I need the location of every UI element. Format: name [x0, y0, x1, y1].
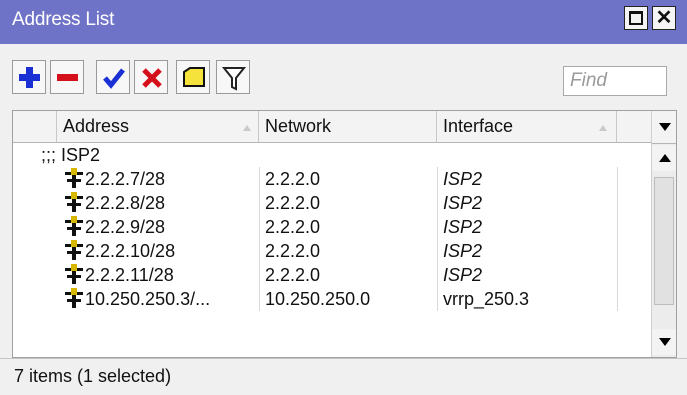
network-cell: 2.2.2.0	[265, 241, 321, 261]
toolbar	[0, 44, 687, 108]
filter-button[interactable]	[216, 60, 250, 94]
table-row[interactable]: 2.2.2.9/28 2.2.2.0 ISP2	[13, 215, 651, 239]
header-flags-column[interactable]	[13, 111, 57, 142]
close-button[interactable]: ✕	[652, 6, 676, 30]
header-spacer	[617, 111, 651, 142]
checkmark-icon	[103, 68, 125, 89]
column-header-address-label: Address	[63, 116, 130, 136]
address-text: 2.2.2.9/28	[85, 217, 166, 237]
network-cell: 2.2.2.0	[265, 265, 321, 285]
table-row[interactable]: 10.250.250.3/... 10.250.250.0 vrrp_250.3	[13, 287, 651, 311]
network-cell: 10.250.250.0	[265, 289, 371, 309]
address-table: Address Network Interface ;;; ISP2 2.2.2…	[12, 110, 677, 358]
address-text: 2.2.2.8/28	[85, 193, 166, 213]
table-row[interactable]: 2.2.2.11/28 2.2.2.0 ISP2	[13, 263, 651, 287]
find-input[interactable]	[563, 66, 667, 96]
address-list-window: Address List ✕ Find Address Network Inte…	[0, 0, 687, 395]
minus-icon	[57, 74, 78, 81]
disable-button[interactable]	[134, 60, 168, 94]
ip-address-icon	[65, 216, 83, 236]
filter-icon	[221, 67, 247, 91]
address-cell: 10.250.250.3/...	[63, 287, 259, 311]
network-cell: 2.2.2.0	[265, 169, 321, 189]
column-header-network-label: Network	[265, 116, 332, 136]
column-header-interface[interactable]: Interface	[437, 111, 617, 142]
column-header-network[interactable]: Network	[259, 111, 437, 142]
scroll-up-button[interactable]	[652, 145, 676, 171]
column-header-interface-label: Interface	[443, 116, 514, 136]
add-button[interactable]	[12, 60, 46, 94]
scroll-down-button[interactable]	[652, 329, 676, 355]
enable-button[interactable]	[96, 60, 130, 94]
table-row[interactable]: 2.2.2.8/28 2.2.2.0 ISP2	[13, 191, 651, 215]
ip-address-icon	[65, 192, 83, 212]
address-cell: 2.2.2.11/28	[63, 263, 259, 287]
ip-address-icon	[65, 264, 83, 284]
address-cell: 2.2.2.9/28	[63, 215, 259, 239]
address-cell: 2.2.2.8/28	[63, 191, 259, 215]
comment-text: ;;; ISP2	[41, 145, 101, 165]
address-cell: 2.2.2.7/28	[63, 167, 259, 191]
column-header-address[interactable]: Address	[57, 111, 259, 142]
network-cell: 2.2.2.0	[265, 217, 321, 237]
remove-button[interactable]	[50, 60, 84, 94]
interface-cell: ISP2	[443, 265, 483, 285]
scroll-down-icon	[659, 338, 671, 346]
interface-cell: ISP2	[443, 193, 483, 213]
table-row[interactable]: 2.2.2.10/28 2.2.2.0 ISP2	[13, 239, 651, 263]
address-text: 10.250.250.3/...	[85, 289, 211, 309]
interface-cell: ISP2	[443, 169, 483, 189]
interface-cell: ISP2	[443, 241, 483, 261]
address-text: 2.2.2.10/28	[85, 241, 176, 261]
interface-cell: vrrp_250.3	[443, 289, 530, 309]
plus-icon	[19, 67, 40, 88]
address-text: 2.2.2.11/28	[85, 265, 174, 285]
close-icon: ✕	[655, 7, 673, 29]
restore-icon	[629, 11, 643, 25]
x-icon	[142, 68, 162, 88]
comment-row[interactable]: ;;; ISP2	[13, 143, 651, 167]
scrollbar-thumb[interactable]	[654, 177, 674, 305]
window-title: Address List	[12, 9, 115, 30]
column-menu-button[interactable]	[652, 111, 676, 144]
address-text: 2.2.2.7/28	[85, 169, 166, 189]
scroll-up-icon	[659, 154, 671, 162]
network-cell: 2.2.2.0	[265, 193, 321, 213]
sort-indicator-icon	[599, 125, 607, 131]
ip-address-icon	[65, 168, 83, 188]
interface-cell: ISP2	[443, 217, 483, 237]
restore-button[interactable]	[624, 6, 648, 30]
comment-button[interactable]	[176, 60, 210, 94]
ip-address-icon	[65, 240, 83, 260]
ip-address-icon	[65, 288, 83, 308]
table-row[interactable]: 2.2.2.7/28 2.2.2.0 ISP2	[13, 167, 651, 191]
chevron-down-icon	[659, 123, 671, 131]
vertical-scrollbar[interactable]	[651, 111, 676, 357]
note-icon	[183, 67, 205, 87]
address-cell: 2.2.2.10/28	[63, 239, 259, 263]
status-bar: 7 items (1 selected)	[0, 358, 687, 395]
table-body: ;;; ISP2 2.2.2.7/28 2.2.2.0 ISP2 2.2.2.8…	[13, 143, 651, 357]
title-bar[interactable]: Address List ✕	[0, 0, 687, 44]
status-text: 7 items (1 selected)	[14, 366, 172, 386]
sort-indicator-icon	[243, 125, 251, 131]
table-header: Address Network Interface	[13, 111, 651, 143]
